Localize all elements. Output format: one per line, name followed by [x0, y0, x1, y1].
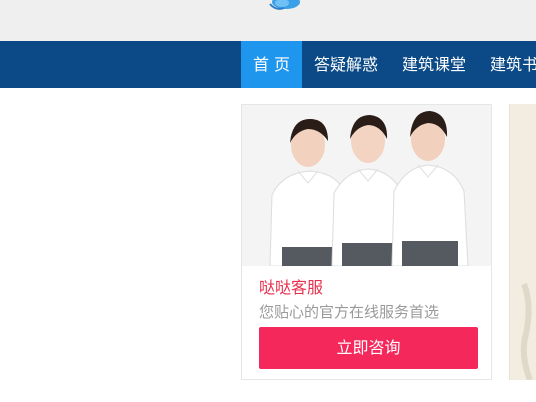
consult-now-button[interactable]: 立即咨询: [259, 327, 478, 369]
adjacent-card-image: [510, 104, 536, 380]
nav-item-qa[interactable]: 答疑解惑: [302, 41, 390, 88]
card-title: 哒哒客服: [259, 278, 324, 297]
main-nav: 首 页 答疑解惑 建筑课堂 建筑书: [0, 41, 536, 88]
card-subtitle: 您贴心的官方在线服务首选: [259, 303, 440, 321]
nav-item-home[interactable]: 首 页: [241, 41, 302, 88]
adjacent-card-partial: [509, 104, 536, 380]
nav-item-classroom[interactable]: 建筑课堂: [390, 41, 478, 88]
site-header-strip: [0, 0, 536, 41]
customer-service-card: 哒哒客服 您贴心的官方在线服务首选 立即咨询: [241, 104, 492, 380]
customer-service-photo: [242, 105, 491, 266]
logo-icon: [269, 0, 300, 10]
staff-photo-illustration: [242, 105, 491, 266]
nav-item-books[interactable]: 建筑书: [478, 41, 536, 88]
